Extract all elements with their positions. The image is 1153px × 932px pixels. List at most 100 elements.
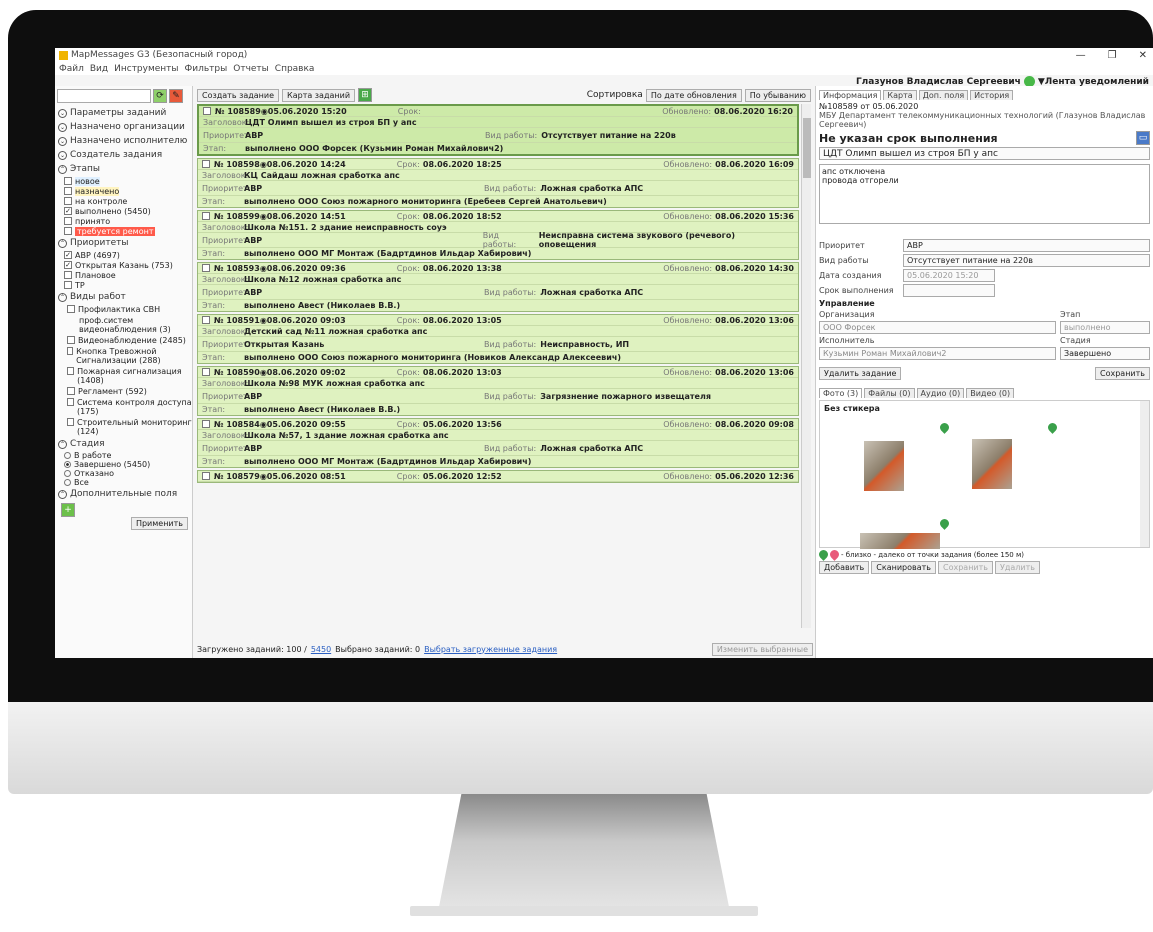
task-card[interactable]: № 108593 ◉ 08.06.2020 09:36 Срок: 08.06.20… (197, 262, 799, 312)
sort-by-select[interactable]: По дате обновления (645, 88, 742, 102)
checkbox[interactable] (64, 177, 72, 185)
tab-extra-fields[interactable]: Доп. поля (918, 90, 969, 100)
section-priorities[interactable]: ⌃ Приоритеты (55, 236, 192, 250)
worktype-filter-item[interactable]: Профилактика СВН (67, 304, 192, 315)
menu-file[interactable]: Файл (59, 64, 84, 74)
priority-filter-item[interactable]: Плановое (55, 270, 192, 280)
worktype-filter-item[interactable]: Регламент (592) (67, 386, 192, 397)
maximize-button[interactable]: ❐ (1108, 50, 1117, 61)
stadia-option[interactable]: В работе (55, 451, 192, 460)
scan-button[interactable]: Сканировать (871, 561, 936, 574)
task-card[interactable]: № 108591 ◉ 08.06.2020 09:03 Срок: 08.06.20… (197, 314, 799, 364)
checkbox[interactable]: ✓ (64, 207, 72, 215)
task-card[interactable]: № 108579 ◉ 05.06.2020 08:51 Срок: 05.06.20… (197, 470, 799, 483)
menu-help[interactable]: Справка (275, 64, 315, 74)
select-loaded-link[interactable]: Выбрать загруженные задания (424, 645, 557, 654)
total-tasks-link[interactable]: 5450 (311, 645, 331, 654)
checkbox[interactable] (64, 217, 72, 225)
add-field-icon[interactable]: + (61, 503, 75, 517)
menu-view[interactable]: Вид (90, 64, 108, 74)
task-card[interactable]: № 108590 ◉ 08.06.2020 09:02 Срок: 08.06.20… (197, 366, 799, 416)
section-orgs[interactable]: ⌄ Назначено организации (55, 120, 192, 134)
stage-select[interactable]: выполнено (1060, 321, 1150, 334)
section-stages[interactable]: ⌃ Этапы (55, 162, 192, 176)
tab-audio[interactable]: Аудио (0) (916, 388, 965, 398)
tab-history[interactable]: История (970, 90, 1014, 100)
checkbox[interactable] (64, 197, 72, 205)
worktype-filter-item[interactable]: Строительный мониторинг (124) (67, 417, 192, 437)
excel-icon[interactable]: ⊞ (358, 88, 373, 102)
task-checkbox[interactable] (202, 160, 210, 168)
photo-thumbnail[interactable] (860, 533, 940, 549)
close-button[interactable]: ✕ (1139, 50, 1147, 61)
task-checkbox[interactable] (202, 212, 210, 220)
task-checkbox[interactable] (202, 264, 210, 272)
priority-filter-item[interactable]: ТР (55, 280, 192, 290)
checkbox[interactable] (64, 271, 72, 279)
deadline-field[interactable] (903, 284, 995, 297)
stadia-option[interactable]: Все (55, 478, 192, 487)
menu-tools[interactable]: Инструменты (114, 64, 178, 74)
filter-search-input[interactable] (57, 89, 151, 103)
section-params[interactable]: ⌄ Параметры заданий (55, 106, 192, 120)
photo-thumbnail[interactable] (972, 439, 1012, 489)
tab-video[interactable]: Видео (0) (966, 388, 1015, 398)
task-checkbox[interactable] (202, 472, 210, 480)
tab-files[interactable]: Файлы (0) (864, 388, 915, 398)
tab-map[interactable]: Карта (883, 90, 917, 100)
minimize-button[interactable]: — (1076, 50, 1086, 61)
task-list-scrollbar[interactable] (801, 104, 811, 628)
priority-filter-item[interactable]: ✓ Открытая Казань (753) (55, 260, 192, 270)
stadia-option[interactable]: Завершено (5450) (55, 460, 192, 469)
organization-select[interactable]: ООО Форсек (819, 321, 1056, 334)
task-card[interactable]: № 108584 ◉ 05.06.2020 09:55 Срок: 05.06.20… (197, 418, 799, 468)
stage-filter-item[interactable]: новое (55, 176, 192, 186)
executor-select[interactable]: Кузьмин Роман Михайлович2 (819, 347, 1056, 360)
task-comment-field[interactable]: апс отключена провода отгорели (819, 164, 1150, 224)
menu-filters[interactable]: Фильтры (185, 64, 228, 74)
gallery-scrollbar[interactable] (1140, 401, 1149, 547)
sort-order-select[interactable]: По убыванию (744, 88, 811, 102)
checkbox[interactable]: ✓ (64, 261, 72, 269)
task-checkbox[interactable] (203, 107, 211, 115)
task-checkbox[interactable] (202, 420, 210, 428)
checkbox[interactable] (64, 281, 72, 289)
priority-select[interactable]: АВР (903, 239, 1150, 252)
apply-button[interactable]: Применить (130, 517, 188, 530)
edit-icon[interactable]: ▭ (1136, 131, 1150, 145)
checkbox[interactable]: ✓ (64, 251, 72, 259)
notifications-feed[interactable]: ▼Лента уведомлений (1038, 77, 1149, 87)
stage-filter-item[interactable]: назначено (55, 186, 192, 196)
save-photo-button[interactable]: Сохранить (938, 561, 993, 574)
section-extra[interactable]: ⌃ Дополнительные поля (55, 487, 192, 501)
stage-filter-item[interactable]: на контроле (55, 196, 192, 206)
menu-reports[interactable]: Отчеты (233, 64, 269, 74)
tab-info[interactable]: Информация (819, 90, 882, 100)
task-card[interactable]: № 108599 ◉ 08.06.2020 14:51 Срок: 08.06.20… (197, 210, 799, 260)
section-created[interactable]: ⌄ Создатель задания (55, 148, 192, 162)
task-card[interactable]: № 108598 ◉ 08.06.2020 14:24 Срок: 08.06.20… (197, 158, 799, 208)
add-photo-button[interactable]: Добавить (819, 561, 870, 574)
section-stadia[interactable]: ⌃ Стадия (55, 437, 192, 451)
section-exec[interactable]: ⌄ Назначено исполнителю (55, 134, 192, 148)
worktype-filter-item[interactable]: Пожарная сигнализация (1408) (67, 366, 192, 386)
task-map-button[interactable]: Карта заданий (282, 88, 356, 102)
checkbox[interactable] (64, 227, 72, 235)
stadia-option[interactable]: Отказано (55, 469, 192, 478)
delete-task-button[interactable]: Удалить задание (819, 367, 902, 380)
created-date-field[interactable]: 05.06.2020 15:20 (903, 269, 995, 282)
worktype-filter-item[interactable]: Видеонаблюдение (2485) (67, 335, 192, 346)
refresh-icon[interactable]: ⟳ (153, 89, 167, 103)
change-selected-button[interactable]: Изменить выбранные (711, 642, 813, 656)
task-checkbox[interactable] (202, 316, 210, 324)
priority-filter-item[interactable]: ✓ АВР (4697) (55, 250, 192, 260)
task-checkbox[interactable] (202, 368, 210, 376)
stadia-select[interactable]: Завершено (1060, 347, 1150, 360)
photo-thumbnail[interactable] (864, 441, 904, 491)
stage-filter-item[interactable]: требуется ремонт (55, 226, 192, 236)
task-card[interactable]: № 108589 ◉ 05.06.2020 15:20 Срок: Обновлен… (197, 104, 799, 156)
worktype-select[interactable]: Отсутствует питание на 220в (903, 254, 1150, 267)
create-task-button[interactable]: Создать задание (197, 88, 280, 102)
tab-photo[interactable]: Фото (3) (819, 388, 863, 398)
checkbox[interactable] (64, 187, 72, 195)
